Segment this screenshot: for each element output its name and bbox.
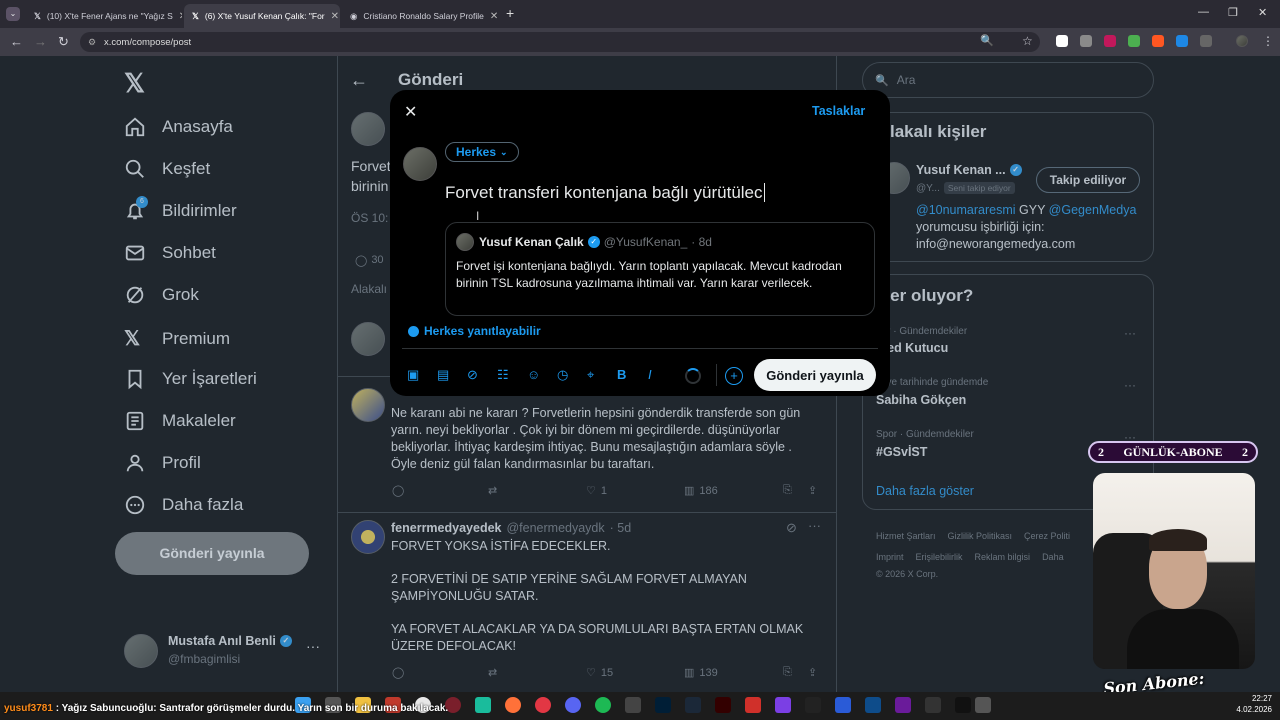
taskbar-app-icon[interactable] — [625, 697, 641, 713]
gif-icon[interactable]: ▤ — [437, 367, 449, 383]
tray-clock[interactable]: 22:27 4.02.2026 — [1228, 693, 1272, 715]
browser-tab-active[interactable]: 𝕏 (6) X'te Yusuf Kenan Çalık: "For ✕ — [184, 4, 340, 28]
taskbar-app-icon[interactable] — [895, 697, 911, 713]
poll-icon[interactable]: ☷ — [497, 367, 509, 383]
close-window-icon[interactable]: ✕ — [1258, 6, 1267, 19]
compose-modal: ✕ Taslaklar Herkes ⌄ Forvet transferi kon… — [390, 90, 890, 396]
image-icon[interactable]: ▣ — [407, 367, 419, 383]
extension-icon[interactable] — [1176, 35, 1188, 47]
reload-icon[interactable]: ↻ — [58, 34, 69, 50]
quoted-post-age: · 8d — [691, 235, 712, 249]
new-tab-button[interactable]: + — [506, 5, 514, 21]
taskbar-app-icon[interactable] — [925, 697, 941, 713]
x-logo-icon: 𝕏 — [192, 10, 199, 21]
reply-settings-button[interactable]: Herkes yanıtlayabilir — [408, 324, 541, 338]
browser-tab-bar: ⌄ 𝕏 (10) X'te Fener Ajans ne "Yağız S ✕ … — [0, 0, 1280, 28]
taskbar-app-icon[interactable] — [505, 697, 521, 713]
browser-tab[interactable]: 𝕏 (10) X'te Fener Ajans ne "Yağız S ✕ — [26, 4, 182, 28]
tab-list-button[interactable]: ⌄ — [6, 7, 20, 21]
taskbar-app-icon[interactable] — [535, 697, 551, 713]
maximize-icon[interactable]: ❐ — [1228, 6, 1238, 19]
close-icon[interactable]: ✕ — [490, 11, 498, 22]
extension-icon[interactable] — [1152, 35, 1164, 47]
streamer-hair — [1149, 529, 1207, 551]
extension-icon[interactable] — [1056, 35, 1068, 47]
taskbar-app-icon[interactable] — [805, 697, 821, 713]
taskbar-app-icon[interactable] — [975, 697, 991, 713]
quoted-post-text: Forvet işi kontenjana bağlıydı. Yarın to… — [456, 259, 842, 290]
steam-icon[interactable] — [685, 697, 701, 713]
emoji-icon[interactable]: ☺ — [527, 367, 540, 382]
close-icon[interactable]: ✕ — [331, 11, 339, 22]
globe-icon — [408, 325, 419, 337]
quoted-author-handle: @YusufKenan_ — [603, 235, 688, 249]
taskbar-app-icon[interactable] — [475, 697, 491, 713]
italic-icon[interactable]: I — [648, 367, 652, 382]
quoted-author-name: Yusuf Kenan Çalık — [479, 235, 584, 249]
extension-icon[interactable] — [1080, 35, 1092, 47]
publish-post-button[interactable]: Gönderi yayınla — [754, 359, 876, 391]
tab-title: (6) X'te Yusuf Kenan Çalık: "For — [204, 11, 325, 21]
streamer-body — [1127, 609, 1239, 669]
compose-textarea[interactable]: Forvet transferi kontenjana bağlı yürütü… — [445, 183, 865, 203]
bold-icon[interactable]: B — [617, 367, 626, 382]
stream-chat-ticker: yusuf3781 : Yağız Sabuncuoğlu: Santrafor… — [4, 703, 449, 714]
text-cursor — [763, 183, 765, 202]
avatar — [403, 147, 437, 181]
grok-icon[interactable]: ⊘ — [467, 367, 478, 383]
taskbar-app-icon[interactable] — [865, 697, 881, 713]
browser-tab[interactable]: ◉ Cristiano Ronaldo Salary Profile ✕ — [342, 4, 498, 28]
extension-icon[interactable] — [1128, 35, 1140, 47]
mouse-cursor: I — [476, 209, 480, 223]
spotify-icon[interactable] — [595, 697, 611, 713]
audience-selector[interactable]: Herkes ⌄ — [445, 142, 519, 162]
zoom-icon[interactable]: 🔍 — [980, 34, 994, 47]
drafts-button[interactable]: Taslaklar — [812, 104, 865, 118]
chevron-down-icon: ⌄ — [500, 146, 508, 157]
close-icon[interactable]: ✕ — [179, 11, 182, 22]
taskbar-app-icon[interactable] — [565, 697, 581, 713]
forward-icon[interactable]: → — [34, 34, 47, 49]
add-post-button[interactable]: + — [725, 367, 743, 385]
extension-icon[interactable] — [1104, 35, 1116, 47]
taskbar-app-icon[interactable] — [745, 697, 761, 713]
address-bar[interactable]: ⚙ x.com/compose/post — [80, 32, 1040, 52]
taskbar-app-icon[interactable] — [715, 697, 731, 713]
taskbar-app-icon[interactable] — [955, 697, 971, 713]
profile-avatar[interactable] — [1236, 35, 1248, 47]
menu-icon[interactable]: ⋮ — [1262, 34, 1274, 48]
daily-subs-counter: 2 GÜNLÜK-ABONE 2 — [1088, 441, 1258, 463]
avatar — [456, 233, 474, 251]
site-icon: ◉ — [350, 10, 358, 21]
taskbar-app-icon[interactable] — [835, 697, 851, 713]
close-icon[interactable]: ✕ — [404, 102, 417, 122]
character-count-ring — [685, 368, 701, 384]
tab-title: Cristiano Ronaldo Salary Profile — [363, 11, 484, 21]
minimize-icon[interactable]: — — [1198, 6, 1209, 18]
bookmark-star-icon[interactable]: ☆ — [1022, 34, 1033, 48]
taskbar-app-icon[interactable] — [775, 697, 791, 713]
schedule-icon[interactable]: ◷ — [557, 367, 568, 383]
x-page: 𝕏 Anasayfa Keşfet 6 Bildirimler Sohbet G… — [0, 56, 1280, 692]
site-info-icon[interactable]: ⚙ — [88, 37, 96, 48]
x-logo-icon: 𝕏 — [34, 10, 41, 21]
location-icon[interactable]: ⌖ — [587, 367, 594, 383]
url-text: x.com/compose/post — [104, 36, 192, 48]
webcam-overlay — [1093, 473, 1255, 669]
verified-badge-icon: ✓ — [587, 236, 600, 248]
taskbar-app-icon[interactable] — [655, 697, 671, 713]
quoted-post[interactable]: Yusuf Kenan Çalık ✓ @YusufKenan_ · 8d Fo… — [445, 222, 875, 316]
back-icon[interactable]: ← — [10, 34, 23, 49]
extensions-puzzle-icon[interactable] — [1200, 35, 1212, 47]
tab-title: (10) X'te Fener Ajans ne "Yağız S — [46, 11, 173, 21]
